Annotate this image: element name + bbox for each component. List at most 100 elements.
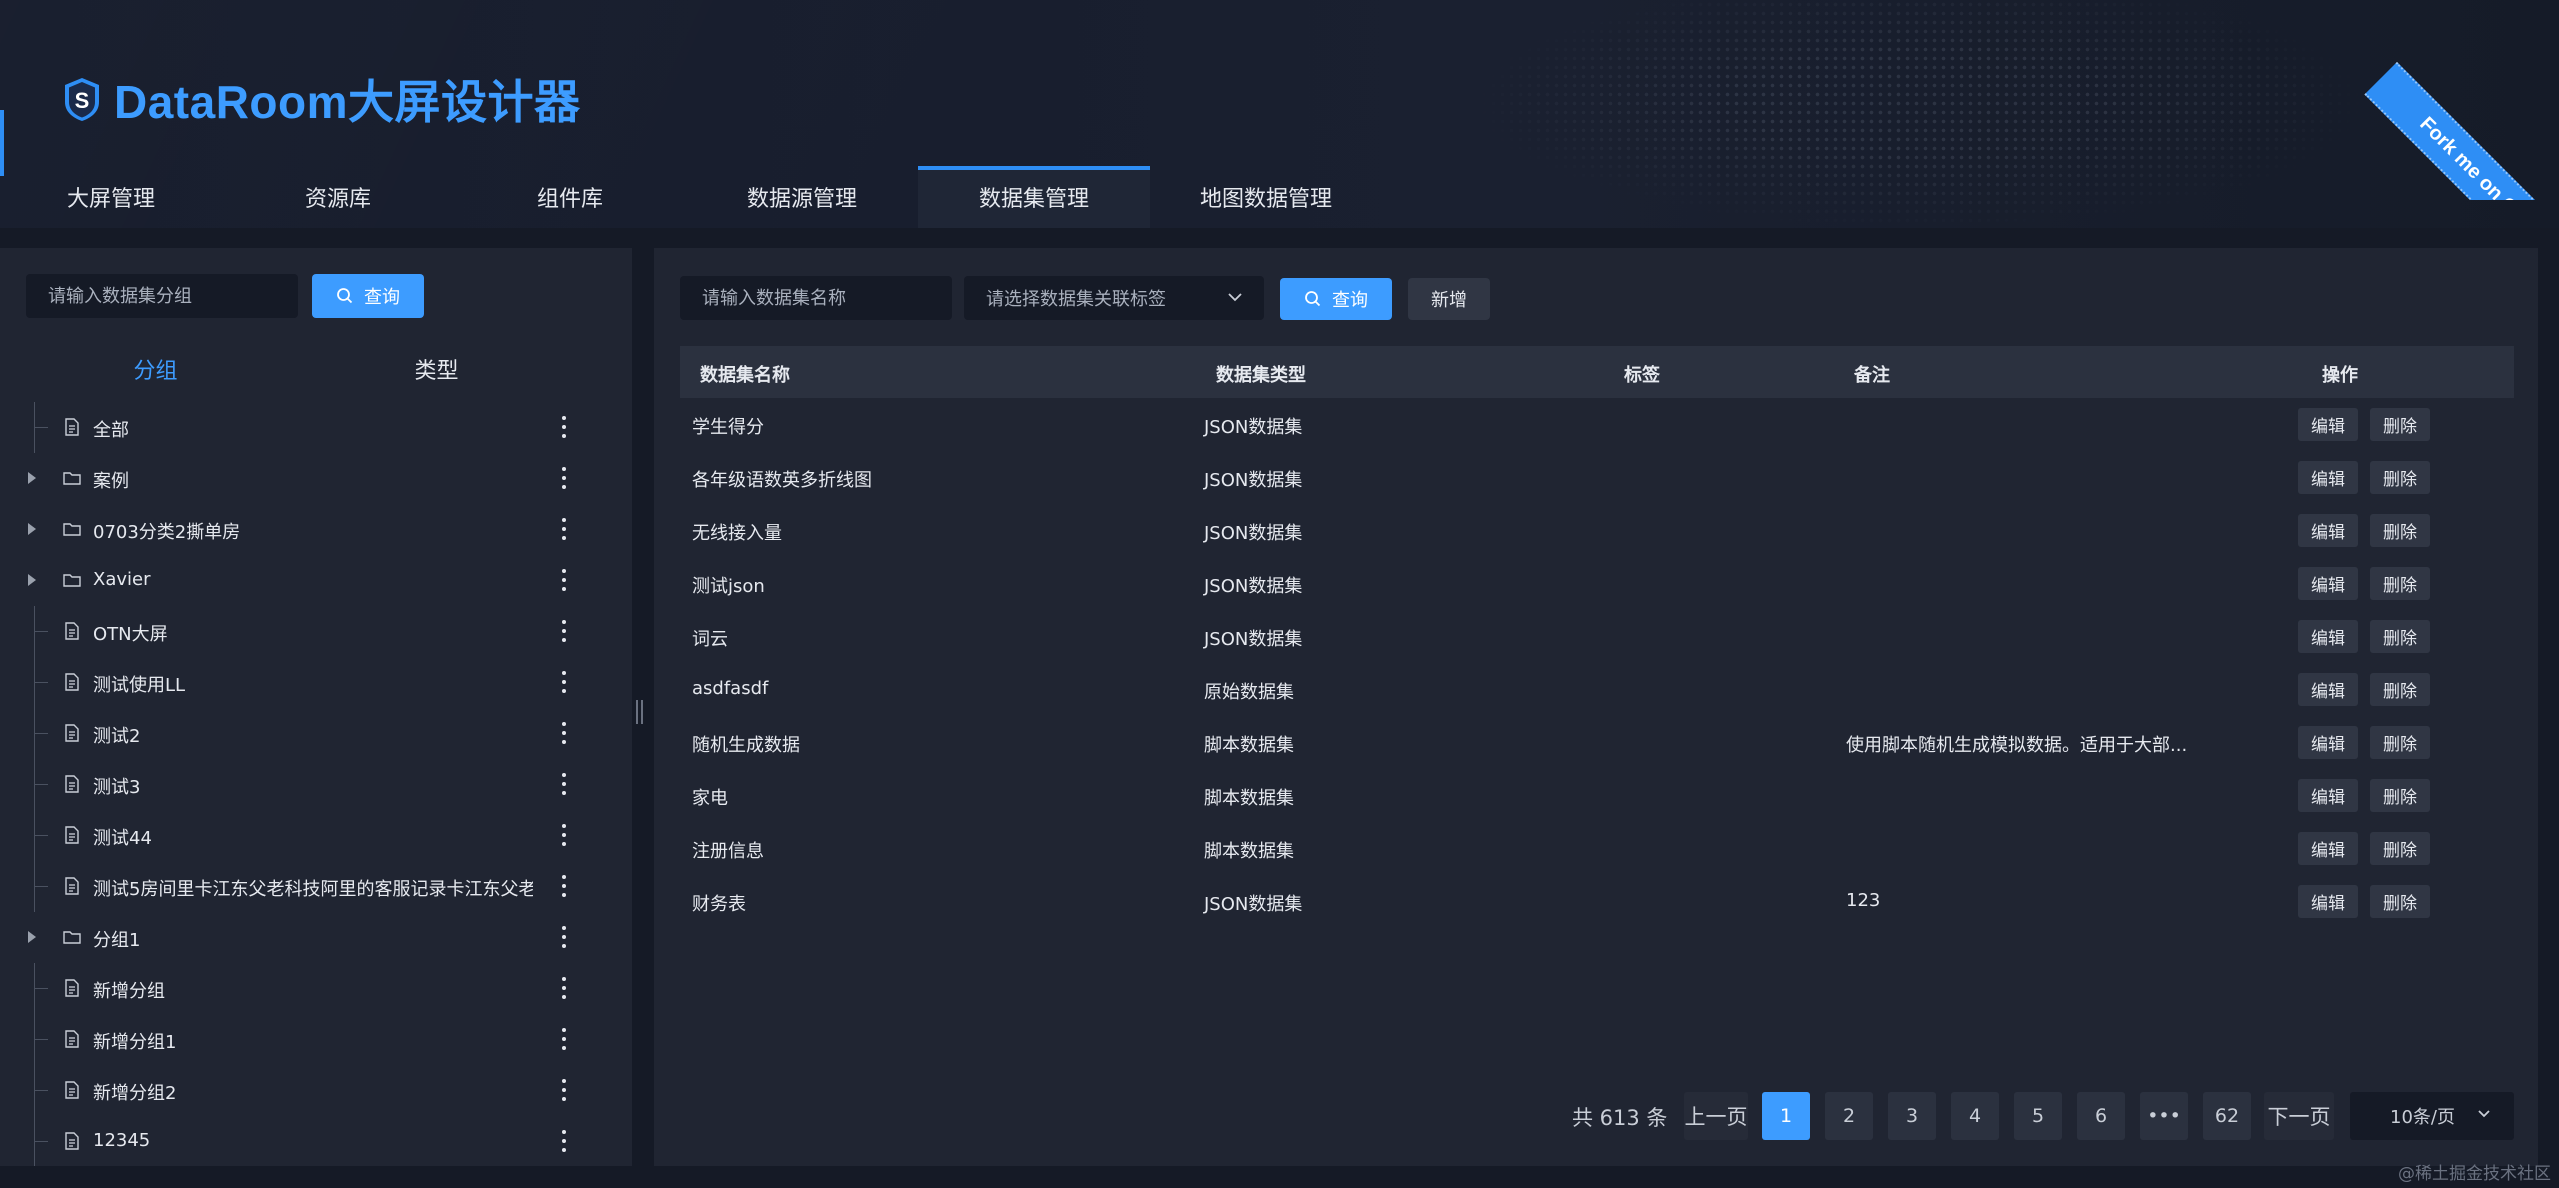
tree-item[interactable]: 新增分组2 xyxy=(0,1065,632,1116)
more-vertical-icon[interactable] xyxy=(556,516,572,542)
svg-text:S: S xyxy=(75,88,90,113)
more-vertical-icon[interactable] xyxy=(556,414,572,440)
edit-button[interactable]: 编辑 xyxy=(2298,620,2358,653)
more-vertical-icon[interactable] xyxy=(556,1128,572,1154)
search-icon xyxy=(1305,291,1321,307)
edit-button[interactable]: 编辑 xyxy=(2298,726,2358,759)
more-pages-button[interactable]: ••• xyxy=(2140,1092,2188,1140)
nav-tab-4[interactable]: 数据集管理 xyxy=(918,166,1150,228)
group-search-input[interactable] xyxy=(26,274,298,318)
tree-item[interactable]: 测试5房间里卡江东父老科技阿里的客服记录卡江东父老 xyxy=(0,861,632,912)
caret-right-icon[interactable] xyxy=(28,574,36,586)
nav-tab-3[interactable]: 数据源管理 xyxy=(686,166,918,228)
tree-item[interactable]: OTN大屏 xyxy=(0,606,632,657)
page-button[interactable]: 1 xyxy=(1762,1092,1810,1140)
tree-item[interactable]: 案例 xyxy=(0,453,632,504)
edit-button[interactable]: 编辑 xyxy=(2298,885,2358,918)
edit-button[interactable]: 编辑 xyxy=(2298,408,2358,441)
tree-item[interactable]: 分组1 xyxy=(0,912,632,963)
more-vertical-icon[interactable] xyxy=(556,822,572,848)
page-button[interactable]: 4 xyxy=(1951,1092,1999,1140)
tree-item-label: 测试5房间里卡江东父老科技阿里的客服记录卡江东父老 xyxy=(93,879,533,900)
tree-item[interactable]: 测试44 xyxy=(0,810,632,861)
nav-tab-0[interactable]: 大屏管理 xyxy=(0,166,222,228)
caret-right-icon[interactable] xyxy=(28,472,36,484)
delete-button[interactable]: 删除 xyxy=(2370,726,2430,759)
delete-button[interactable]: 删除 xyxy=(2370,620,2430,653)
edit-button[interactable]: 编辑 xyxy=(2298,673,2358,706)
tree-item[interactable]: 12345 xyxy=(0,1116,632,1166)
group-tree: 全部案例 0703分类2撕单房 Xavier OTN大屏 测试使用LL 测试2 测试3 测试4… xyxy=(0,402,632,1166)
prev-page-button[interactable]: 上一页 xyxy=(1684,1092,1748,1140)
page-button[interactable]: 2 xyxy=(1825,1092,1873,1140)
more-vertical-icon[interactable] xyxy=(556,567,572,593)
logo[interactable]: S DataRoom大屏设计器 xyxy=(62,66,581,132)
tab-type[interactable]: 类型 xyxy=(281,344,632,394)
delete-button[interactable]: 删除 xyxy=(2370,461,2430,494)
table-row: 家电 脚本数据集 编辑 删除 xyxy=(680,769,2514,822)
edit-button[interactable]: 编辑 xyxy=(2298,567,2358,600)
tree-item[interactable]: 测试3 xyxy=(0,759,632,810)
caret-right-icon[interactable] xyxy=(28,931,36,943)
edit-button[interactable]: 编辑 xyxy=(2298,461,2358,494)
tree-item-label: 全部 xyxy=(93,420,129,441)
more-vertical-icon[interactable] xyxy=(556,465,572,491)
nav-tab-5[interactable]: 地图数据管理 xyxy=(1150,166,1382,228)
tree-item[interactable]: 全部 xyxy=(0,402,632,453)
add-dataset-button[interactable]: 新增 xyxy=(1408,278,1490,320)
page-size-select[interactable]: 10条/页 xyxy=(2350,1092,2514,1140)
page-button[interactable]: 62 xyxy=(2203,1092,2251,1140)
tree-item[interactable]: Xavier xyxy=(0,555,632,606)
next-page-button[interactable]: 下一页 xyxy=(2264,1092,2334,1140)
document-icon xyxy=(62,417,82,437)
tree-item[interactable]: 测试2 xyxy=(0,708,632,759)
more-vertical-icon[interactable] xyxy=(556,873,572,899)
github-ribbon[interactable]: Fork me on GitHub xyxy=(2359,0,2559,200)
nav-tab-2[interactable]: 组件库 xyxy=(454,166,686,228)
nav-tab-1[interactable]: 资源库 xyxy=(222,166,454,228)
group-query-button[interactable]: 查询 xyxy=(312,274,424,318)
dataset-tag-select[interactable]: 请选择数据集关联标签 xyxy=(964,276,1264,320)
delete-button[interactable]: 删除 xyxy=(2370,514,2430,547)
edit-button[interactable]: 编辑 xyxy=(2298,832,2358,865)
more-vertical-icon[interactable] xyxy=(556,669,572,695)
table-header: 数据集名称 数据集类型 标签 备注 操作 xyxy=(680,346,2514,398)
tree-item[interactable]: 测试使用LL xyxy=(0,657,632,708)
folder-icon xyxy=(62,468,82,488)
caret-right-icon[interactable] xyxy=(28,523,36,535)
delete-button[interactable]: 删除 xyxy=(2370,779,2430,812)
page-button[interactable]: 6 xyxy=(2077,1092,2125,1140)
more-vertical-icon[interactable] xyxy=(556,1026,572,1052)
more-vertical-icon[interactable] xyxy=(556,1077,572,1103)
dataset-name-cell: 随机生成数据 xyxy=(692,735,800,756)
tab-group[interactable]: 分组 xyxy=(0,344,311,394)
panel-splitter-handle[interactable] xyxy=(632,690,646,734)
delete-button[interactable]: 删除 xyxy=(2370,832,2430,865)
document-icon xyxy=(62,1080,82,1100)
more-vertical-icon[interactable] xyxy=(556,975,572,1001)
page-size-value: 10条/页 xyxy=(2390,1107,2455,1128)
more-vertical-icon[interactable] xyxy=(556,924,572,950)
tree-item[interactable]: 0703分类2撕单房 xyxy=(0,504,632,555)
more-vertical-icon[interactable] xyxy=(556,720,572,746)
tree-item[interactable]: 新增分组 xyxy=(0,963,632,1014)
delete-button[interactable]: 删除 xyxy=(2370,567,2430,600)
tree-item-label: 0703分类2撕单房 xyxy=(93,522,241,543)
delete-button[interactable]: 删除 xyxy=(2370,408,2430,441)
delete-button[interactable]: 删除 xyxy=(2370,885,2430,918)
more-vertical-icon[interactable] xyxy=(556,618,572,644)
delete-button[interactable]: 删除 xyxy=(2370,673,2430,706)
github-ribbon-label[interactable]: Fork me on GitHub xyxy=(2364,62,2559,200)
more-vertical-icon[interactable] xyxy=(556,771,572,797)
edit-button[interactable]: 编辑 xyxy=(2298,514,2358,547)
edit-button[interactable]: 编辑 xyxy=(2298,779,2358,812)
app-title: DataRoom大屏设计器 xyxy=(114,76,581,128)
page-button[interactable]: 5 xyxy=(2014,1092,2062,1140)
page-button[interactable]: 3 xyxy=(1888,1092,1936,1140)
dataset-type-cell: 脚本数据集 xyxy=(1204,735,1294,756)
dataset-query-label: 查询 xyxy=(1332,290,1368,311)
tag-select-placeholder: 请选择数据集关联标签 xyxy=(986,289,1166,310)
dataset-name-input[interactable] xyxy=(680,276,952,320)
tree-item[interactable]: 新增分组1 xyxy=(0,1014,632,1065)
dataset-query-button[interactable]: 查询 xyxy=(1280,278,1392,320)
